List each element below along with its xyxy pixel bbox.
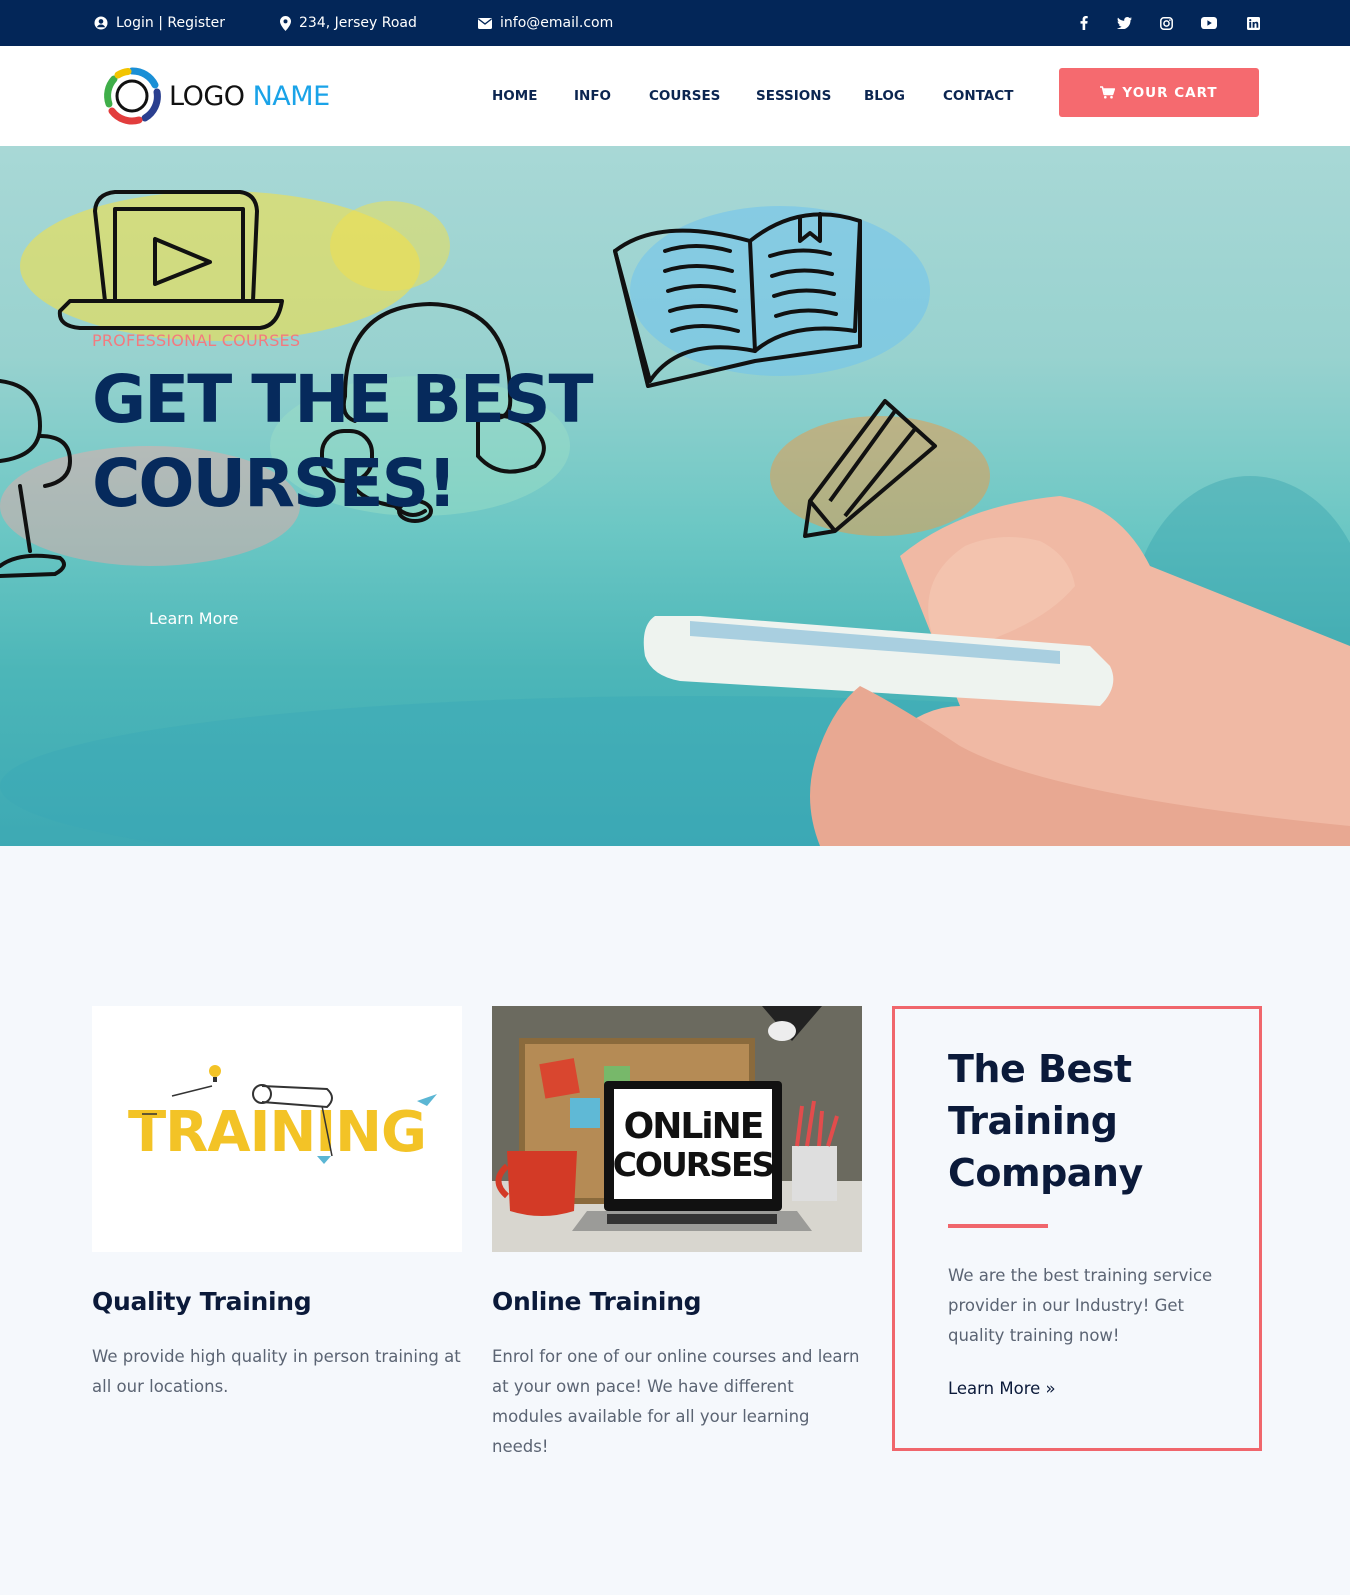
user-circle-icon	[94, 16, 108, 30]
hero-eyebrow: PROFESSIONAL COURSES	[92, 331, 301, 350]
site-logo[interactable]: LOGO NAME	[103, 65, 343, 127]
instagram-icon[interactable]	[1157, 14, 1175, 32]
site-header: LOGO NAME HOME INFO COURSES SESSIONS BLO…	[0, 46, 1350, 146]
login-register-label: Login | Register	[116, 15, 226, 31]
online-courses-text-2: COURSES	[613, 1145, 774, 1184]
online-courses-text-1: ONLiNE	[624, 1106, 763, 1147]
your-cart-button[interactable]: YOUR CART	[1059, 68, 1259, 117]
training-image: TRAINING	[92, 1006, 462, 1252]
hero-title-line-2: COURSES!	[92, 445, 457, 522]
online-courses-image: ONLiNE COURSES	[492, 1006, 862, 1252]
email-text: info@email.com	[500, 15, 614, 31]
training-image-text: TRAINING	[128, 1100, 426, 1165]
linkedin-icon[interactable]	[1244, 14, 1262, 32]
logo-text: LOGO NAME	[169, 81, 330, 112]
promo-divider	[948, 1224, 1048, 1228]
facebook-icon[interactable]	[1075, 14, 1093, 32]
feature-text-quality: We provide high quality in person traini…	[92, 1347, 461, 1396]
promo-text: We are the best training service provide…	[948, 1266, 1213, 1345]
top-bar: Login | Register 234, Jersey Road info@e…	[0, 0, 1350, 46]
hero-banner: PROFESSIONAL COURSES GET THE BEST COURSE…	[0, 146, 1350, 846]
nav-sessions[interactable]: SESSIONS	[756, 88, 831, 104]
feature-title-quality: Quality Training	[92, 1287, 312, 1316]
hero-title-line-1: GET THE BEST	[92, 361, 594, 438]
cart-label: YOUR CART	[1122, 84, 1218, 101]
nav-info[interactable]: INFO	[574, 88, 611, 104]
nav-courses[interactable]: COURSES	[649, 88, 720, 104]
nav-home[interactable]: HOME	[492, 88, 537, 104]
twitter-icon[interactable]	[1115, 14, 1133, 32]
login-register-link[interactable]: Login | Register	[94, 14, 225, 32]
online-courses-illustration: ONLiNE COURSES	[492, 1006, 862, 1252]
promo-title: The Best Training Company	[948, 1047, 1143, 1195]
email-link[interactable]: info@email.com	[478, 14, 613, 32]
shopping-cart-icon	[1100, 86, 1116, 99]
map-pin-icon	[280, 15, 291, 31]
youtube-icon[interactable]	[1200, 14, 1218, 32]
nav-contact[interactable]: CONTACT	[943, 88, 1013, 104]
promo-box: The Best Training Company We are the bes…	[892, 1006, 1262, 1451]
feature-text-online: Enrol for one of our online courses and …	[492, 1347, 860, 1456]
feature-title-online: Online Training	[492, 1287, 702, 1316]
address-text: 234, Jersey Road	[299, 15, 417, 31]
promo-learn-more-link[interactable]: Learn More »	[948, 1379, 1056, 1398]
logo-ring-icon	[104, 67, 161, 125]
envelope-icon	[478, 17, 492, 29]
training-illustration: TRAINING	[128, 1065, 437, 1165]
hero-title: GET THE BEST COURSES!	[92, 358, 612, 526]
hero-learn-more-link[interactable]: Learn More	[149, 609, 238, 628]
nav-blog[interactable]: BLOG	[864, 88, 905, 104]
logo-word-1: LOGO	[169, 80, 245, 112]
logo-word-2: NAME	[252, 80, 331, 112]
address-item: 234, Jersey Road	[280, 14, 417, 32]
